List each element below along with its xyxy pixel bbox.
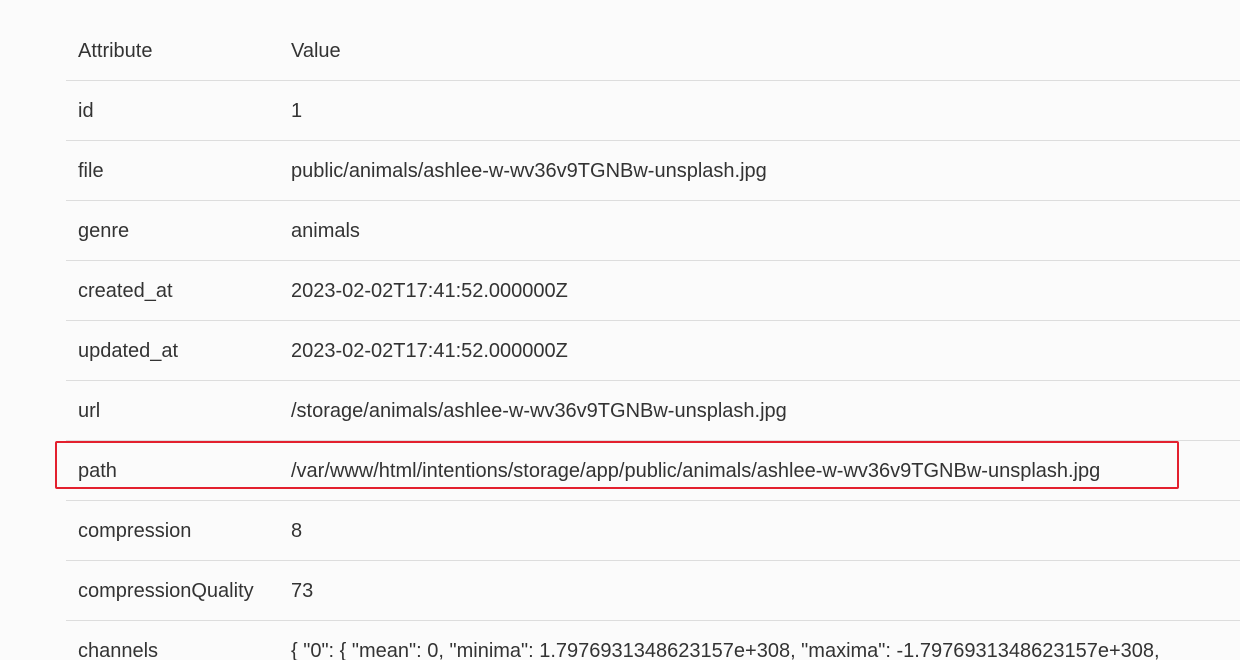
attribute-cell: compression	[66, 500, 279, 561]
table-row-id: id 1	[66, 80, 1240, 141]
value-cell: 2023-02-02T17:41:52.000000Z	[279, 320, 1240, 381]
attributes-table-container: Attribute Value id 1 file public/animals…	[66, 21, 1240, 660]
attribute-cell: path	[66, 440, 279, 501]
value-cell: animals	[279, 200, 1240, 261]
table-row-created-at: created_at 2023-02-02T17:41:52.000000Z	[66, 260, 1240, 321]
value-cell: 73	[279, 560, 1240, 621]
table-row-genre: genre animals	[66, 200, 1240, 261]
table-row-path: path /var/www/html/intentions/storage/ap…	[66, 440, 1240, 501]
attribute-cell: url	[66, 380, 279, 441]
table-row-compression-quality: compressionQuality 73	[66, 560, 1240, 621]
attribute-cell: file	[66, 140, 279, 201]
table-row-updated-at: updated_at 2023-02-02T17:41:52.000000Z	[66, 320, 1240, 381]
table-header-row: Attribute Value	[66, 21, 1240, 81]
header-value: Value	[279, 21, 1240, 81]
attributes-table: Attribute Value id 1 file public/animals…	[66, 21, 1240, 660]
attribute-cell: id	[66, 80, 279, 141]
table-row-file: file public/animals/ashlee-w-wv36v9TGNBw…	[66, 140, 1240, 201]
attribute-cell: created_at	[66, 260, 279, 321]
value-cell: /storage/animals/ashlee-w-wv36v9TGNBw-un…	[279, 380, 1240, 441]
header-attribute: Attribute	[66, 21, 279, 81]
value-cell: public/animals/ashlee-w-wv36v9TGNBw-unsp…	[279, 140, 1240, 201]
attribute-cell: genre	[66, 200, 279, 261]
table-row-channels: channels { "0": { "mean": 0, "minima": 1…	[66, 620, 1240, 660]
value-cell: { "0": { "mean": 0, "minima": 1.79769313…	[279, 620, 1240, 660]
value-cell: 2023-02-02T17:41:52.000000Z	[279, 260, 1240, 321]
attribute-cell: channels	[66, 620, 279, 660]
table-row-compression: compression 8	[66, 500, 1240, 561]
attribute-cell: updated_at	[66, 320, 279, 381]
value-cell: /var/www/html/intentions/storage/app/pub…	[279, 440, 1240, 501]
table-row-url: url /storage/animals/ashlee-w-wv36v9TGNB…	[66, 380, 1240, 441]
attribute-cell: compressionQuality	[66, 560, 279, 621]
value-cell: 8	[279, 500, 1240, 561]
value-cell: 1	[279, 80, 1240, 141]
